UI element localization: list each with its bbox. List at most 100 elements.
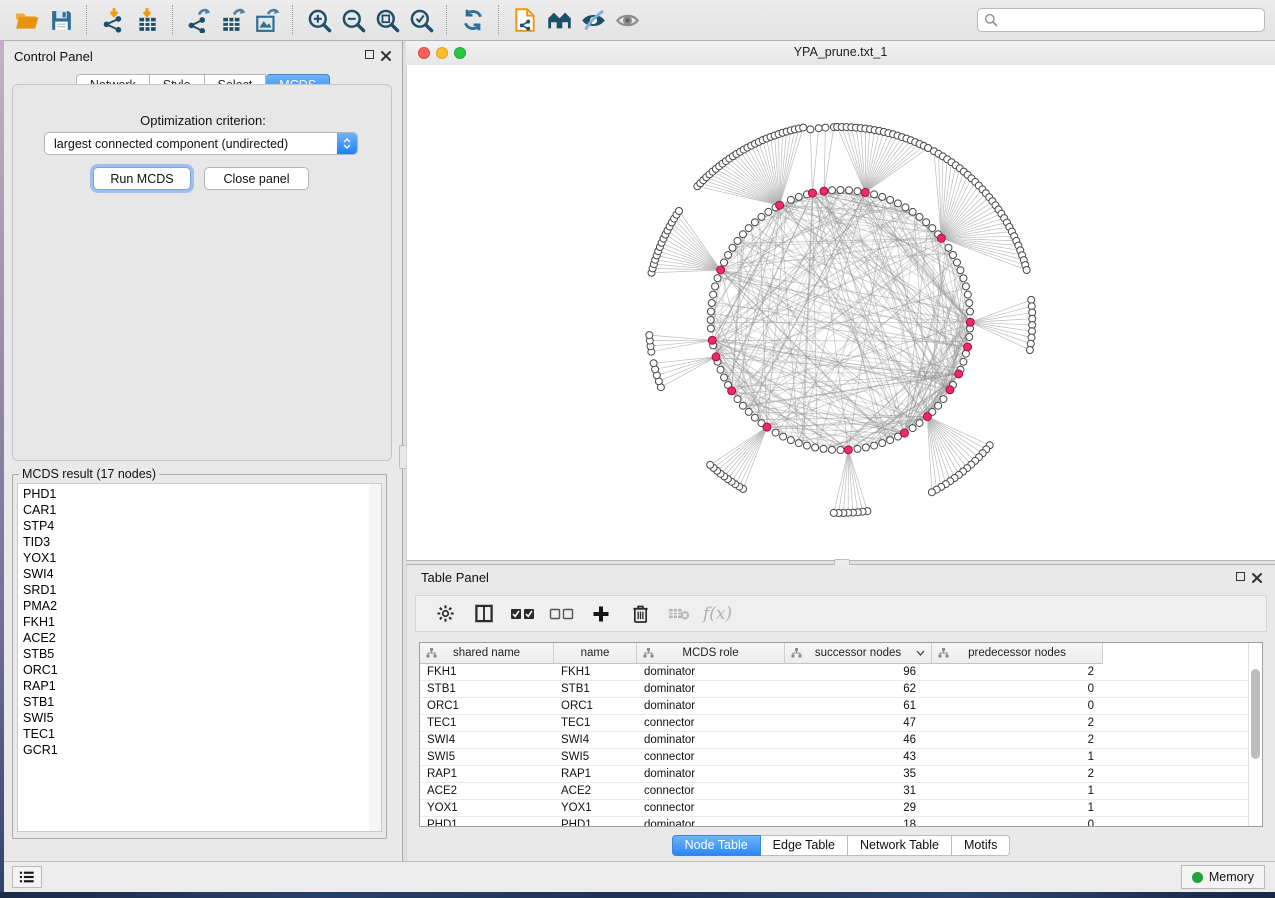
column-header-MCDS-role[interactable]: MCDS role	[637, 643, 785, 663]
search-box[interactable]	[977, 8, 1265, 32]
cell-predecessor-nodes[interactable]: 2	[932, 766, 1103, 782]
mcds-result-item[interactable]: GCR1	[18, 742, 369, 758]
column-header-shared-name[interactable]: shared name	[420, 643, 554, 663]
mcds-result-item[interactable]: ORC1	[18, 662, 369, 678]
cell-predecessor-nodes[interactable]: 1	[932, 749, 1103, 765]
mcds-result-item[interactable]: PHD1	[18, 486, 369, 502]
deselect-all-columns-button[interactable]	[547, 600, 577, 628]
cell-MCDS-role[interactable]: dominator	[637, 817, 785, 827]
cell-shared-name[interactable]: FKH1	[420, 664, 554, 680]
cell-predecessor-nodes[interactable]: 2	[932, 664, 1103, 680]
cell-successor-nodes[interactable]: 31	[785, 783, 932, 799]
cell-shared-name[interactable]: ORC1	[420, 698, 554, 714]
cell-name[interactable]: SWI5	[554, 749, 637, 765]
cell-successor-nodes[interactable]: 35	[785, 766, 932, 782]
mcds-node[interactable]	[946, 386, 954, 394]
cell-name[interactable]: ACE2	[554, 783, 637, 799]
mcds-node[interactable]	[955, 370, 963, 378]
mcds-result-item[interactable]: SRD1	[18, 582, 369, 598]
mcds-result-item[interactable]: STB5	[18, 646, 369, 662]
mcds-result-item[interactable]: SWI4	[18, 566, 369, 582]
network-graph[interactable]	[407, 65, 1275, 560]
column-header-name[interactable]: name	[554, 643, 637, 663]
network-file-button[interactable]	[508, 4, 542, 36]
cell-shared-name[interactable]: ACE2	[420, 783, 554, 799]
cell-successor-nodes[interactable]: 46	[785, 732, 932, 748]
mcds-node[interactable]	[776, 201, 784, 209]
cell-MCDS-role[interactable]: connector	[637, 715, 785, 731]
hide-graphics-details-button[interactable]	[576, 4, 610, 36]
delete-table-button[interactable]	[664, 600, 694, 628]
mcds-node[interactable]	[717, 266, 725, 274]
open-session-button[interactable]	[10, 4, 44, 36]
import-table-button[interactable]	[130, 4, 164, 36]
mcds-result-item[interactable]: FKH1	[18, 614, 369, 630]
cell-successor-nodes[interactable]: 62	[785, 681, 932, 697]
tab-motifs[interactable]: Motifs	[952, 835, 1010, 856]
mcds-node[interactable]	[763, 423, 771, 431]
cell-successor-nodes[interactable]: 61	[785, 698, 932, 714]
mcds-node[interactable]	[966, 318, 974, 326]
cell-successor-nodes[interactable]: 96	[785, 664, 932, 680]
cell-name[interactable]: FKH1	[554, 664, 637, 680]
table-row[interactable]: PHD1PHD1dominator180	[420, 817, 1262, 827]
table-scrollbar[interactable]	[1248, 643, 1262, 826]
import-network-button[interactable]	[96, 4, 130, 36]
cell-shared-name[interactable]: STB1	[420, 681, 554, 697]
cell-name[interactable]: ORC1	[554, 698, 637, 714]
mcds-result-scrollbar[interactable]	[369, 483, 382, 832]
network-view-canvas[interactable]	[406, 65, 1275, 560]
cell-MCDS-role[interactable]: dominator	[637, 664, 785, 680]
cell-name[interactable]: PHD1	[554, 817, 637, 827]
table-row[interactable]: RAP1RAP1dominator352	[420, 766, 1262, 783]
cell-shared-name[interactable]: PHD1	[420, 817, 554, 827]
mcds-result-item[interactable]: YOX1	[18, 550, 369, 566]
cell-MCDS-role[interactable]: connector	[637, 749, 785, 765]
cell-MCDS-role[interactable]: connector	[637, 800, 785, 816]
show-column-button[interactable]	[469, 600, 499, 628]
export-network-button[interactable]	[182, 4, 216, 36]
cell-name[interactable]: STB1	[554, 681, 637, 697]
tab-node-table[interactable]: Node Table	[672, 835, 761, 856]
cell-shared-name[interactable]: TEC1	[420, 715, 554, 731]
table-row[interactable]: FKH1FKH1dominator962	[420, 664, 1262, 681]
run-mcds-button[interactable]: Run MCDS	[93, 167, 191, 190]
mcds-node[interactable]	[820, 187, 828, 195]
table-row[interactable]: ORC1ORC1dominator610	[420, 698, 1262, 715]
cell-successor-nodes[interactable]: 29	[785, 800, 932, 816]
mcds-result-list[interactable]: PHD1CAR1STP4TID3YOX1SWI4SRD1PMA2FKH1ACE2…	[17, 483, 370, 832]
cell-predecessor-nodes[interactable]: 1	[932, 800, 1103, 816]
cell-shared-name[interactable]: RAP1	[420, 766, 554, 782]
table-row[interactable]: ACE2ACE2connector311	[420, 783, 1262, 800]
float-table-panel-icon[interactable]	[1236, 572, 1245, 581]
mcds-node[interactable]	[808, 189, 816, 197]
zoom-fit-button[interactable]	[370, 4, 404, 36]
mcds-result-item[interactable]: RAP1	[18, 678, 369, 694]
cell-predecessor-nodes[interactable]: 0	[932, 681, 1103, 697]
close-table-panel-icon[interactable]	[1251, 572, 1263, 584]
cell-name[interactable]: RAP1	[554, 766, 637, 782]
tab-edge-table[interactable]: Edge Table	[761, 835, 848, 856]
close-panel-button[interactable]: Close panel	[204, 167, 309, 190]
tab-network-table[interactable]: Network Table	[848, 835, 952, 856]
mcds-result-item[interactable]: CAR1	[18, 502, 369, 518]
search-input[interactable]	[1003, 12, 1258, 28]
close-panel-icon[interactable]	[380, 50, 392, 62]
zoom-out-button[interactable]	[336, 4, 370, 36]
table-scrollbar-thumb[interactable]	[1251, 669, 1260, 759]
zoom-selected-button[interactable]	[404, 4, 438, 36]
show-graphics-details-button[interactable]	[610, 4, 644, 36]
mcds-node[interactable]	[844, 446, 852, 454]
cell-shared-name[interactable]: YOX1	[420, 800, 554, 816]
cell-name[interactable]: TEC1	[554, 715, 637, 731]
mcds-node[interactable]	[937, 234, 945, 242]
column-header-successor-nodes[interactable]: successor nodes	[785, 643, 932, 663]
delete-column-button[interactable]	[625, 600, 655, 628]
cell-successor-nodes[interactable]: 18	[785, 817, 932, 827]
optimization-criterion-select[interactable]: largest connected component (undirected)	[44, 132, 358, 155]
cell-shared-name[interactable]: SWI5	[420, 749, 554, 765]
create-column-button[interactable]	[586, 600, 616, 628]
cell-MCDS-role[interactable]: dominator	[637, 698, 785, 714]
mcds-result-item[interactable]: STP4	[18, 518, 369, 534]
cell-MCDS-role[interactable]: connector	[637, 783, 785, 799]
